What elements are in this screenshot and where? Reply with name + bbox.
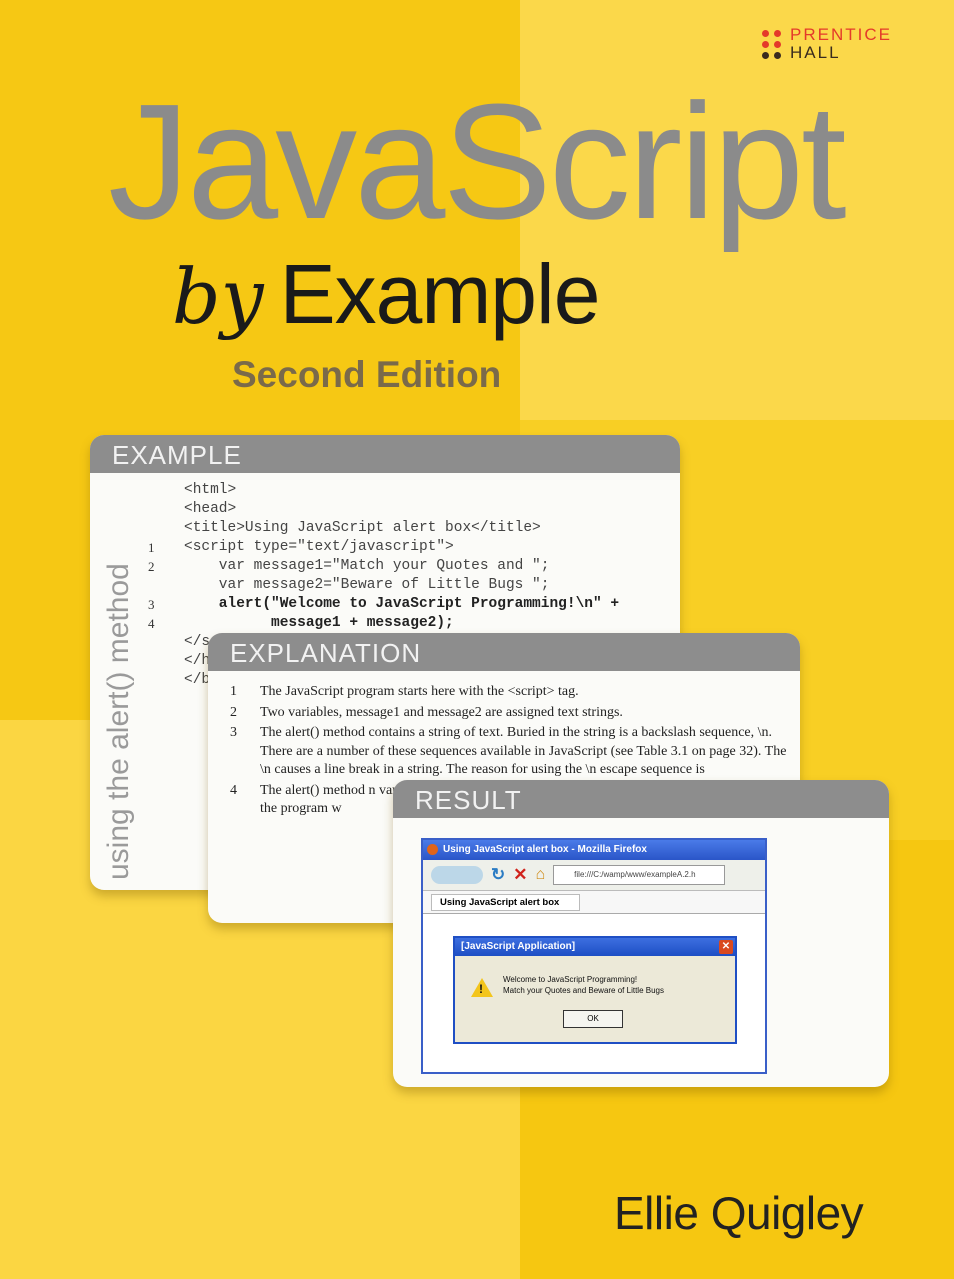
code-line: 1 <script type="text/javascript"> xyxy=(148,538,668,557)
book-cover: PRENTICE HALL JavaScript by Example Seco… xyxy=(0,0,954,1279)
code-line-number xyxy=(148,671,184,690)
explanation-item-text: The JavaScript program starts here with … xyxy=(260,684,579,699)
explanation-item-number: 2 xyxy=(230,704,237,720)
explanation-item-text: The alert() method contains a string of … xyxy=(260,725,787,777)
code-line-text: <html> xyxy=(184,482,237,498)
explanation-item: 3 The alert() method contains a string of… xyxy=(230,724,790,780)
back-forward-icon xyxy=(431,866,483,884)
code-line-number xyxy=(148,652,184,671)
example-side-label: using the alert() method xyxy=(102,563,135,880)
code-line-text: var message1="Match your Quotes and "; xyxy=(184,558,550,574)
subtitle-by: by xyxy=(172,252,264,341)
explanation-item-number: 1 xyxy=(230,684,237,699)
reload-icon: ↻ xyxy=(491,865,506,884)
explanation-item-number: 4 xyxy=(230,782,237,798)
explanation-item-number: 3 xyxy=(230,725,237,740)
code-line: 3 alert("Welcome to JavaScript Programmi… xyxy=(148,595,668,614)
code-line-text: var message2="Beware of Little Bugs "; xyxy=(184,577,550,593)
code-line: 2 var message1="Match your Quotes and "; xyxy=(148,557,668,576)
alert-dialog-title-text: [JavaScript Application] xyxy=(461,941,576,952)
alert-dialog-title: [JavaScript Application] ✕ xyxy=(455,938,735,956)
publisher-logo: PRENTICE HALL xyxy=(762,26,892,62)
code-line-text: message1 + message2); xyxy=(184,615,454,631)
address-bar: file:///C:/wamp/www/exampleA.2.h xyxy=(553,865,726,885)
code-line-number xyxy=(148,633,184,652)
code-line-text: <head> xyxy=(184,501,237,517)
firefox-icon xyxy=(427,844,438,855)
explanation-item-text: Two variables, message1 and message2 are… xyxy=(260,704,623,720)
book-title: JavaScript xyxy=(108,70,847,253)
alert-message-line1: Welcome to JavaScript Programming! xyxy=(503,975,638,984)
code-line-number: 2 xyxy=(148,559,155,574)
code-line-text: alert("Welcome to JavaScript Programming… xyxy=(184,596,620,612)
code-line-text: <script type="text/javascript"> xyxy=(184,539,454,555)
code-line-number: 4 xyxy=(148,616,155,631)
book-subtitle: by Example xyxy=(172,246,601,343)
explanation-card-header: EXPLANATION xyxy=(208,633,800,671)
browser-titlebar: Using JavaScript alert box - Mozilla Fir… xyxy=(423,840,765,860)
publisher-line2: HALL xyxy=(790,43,841,62)
publisher-mark-icon xyxy=(762,29,781,59)
browser-window: Using JavaScript alert box - Mozilla Fir… xyxy=(421,838,767,1074)
code-line-number xyxy=(148,576,184,595)
close-icon: ✕ xyxy=(719,940,733,954)
code-line: <title>Using JavaScript alert box</title… xyxy=(148,519,668,538)
code-line-text: </s xyxy=(184,634,211,650)
browser-window-title: Using JavaScript alert box - Mozilla Fir… xyxy=(443,844,647,855)
code-line-text: <title>Using JavaScript alert box</title… xyxy=(184,520,541,536)
alert-message-line2: Match your Quotes and Beware of Little B… xyxy=(503,986,664,995)
browser-content: [JavaScript Application] ✕ ! Welcome to … xyxy=(423,914,765,1072)
example-card-header: EXAMPLE xyxy=(90,435,680,473)
code-line-text: </h xyxy=(184,653,211,669)
browser-tabbar: Using JavaScript alert box xyxy=(423,891,765,914)
ok-button: OK xyxy=(563,1010,623,1028)
code-line-number xyxy=(148,481,184,500)
edition-label: Second Edition xyxy=(232,354,502,395)
publisher-line1: PRENTICE xyxy=(790,25,892,44)
code-line: <html> xyxy=(148,481,668,500)
code-line-number: 1 xyxy=(148,540,155,555)
subtitle-example: Example xyxy=(279,247,601,341)
explanation-item: 2 Two variables, message1 and message2 ar… xyxy=(230,704,790,723)
code-line: 4 message1 + message2); xyxy=(148,614,668,633)
alert-dialog: [JavaScript Application] ✕ ! Welcome to … xyxy=(453,936,737,1044)
code-line-number xyxy=(148,500,184,519)
alert-message: Welcome to JavaScript Programming! Match… xyxy=(503,974,664,996)
code-line-number: 3 xyxy=(148,597,155,612)
author-name: Ellie Quigley xyxy=(614,1187,864,1239)
code-line: var message2="Beware of Little Bugs "; xyxy=(148,576,668,595)
result-card: RESULT Using JavaScript alert box - Mozi… xyxy=(393,780,889,1087)
result-card-header: RESULT xyxy=(393,780,889,818)
code-line-text: </b xyxy=(184,672,211,688)
code-line-number xyxy=(148,519,184,538)
code-line: <head> xyxy=(148,500,668,519)
explanation-item: 1 The JavaScript program starts here with… xyxy=(230,683,790,702)
browser-toolbar: ↻ ✕ ⌂ file:///C:/wamp/www/exampleA.2.h xyxy=(423,860,765,891)
browser-tab: Using JavaScript alert box xyxy=(431,893,581,911)
home-icon: ⌂ xyxy=(535,866,546,883)
stop-icon: ✕ xyxy=(513,865,528,884)
